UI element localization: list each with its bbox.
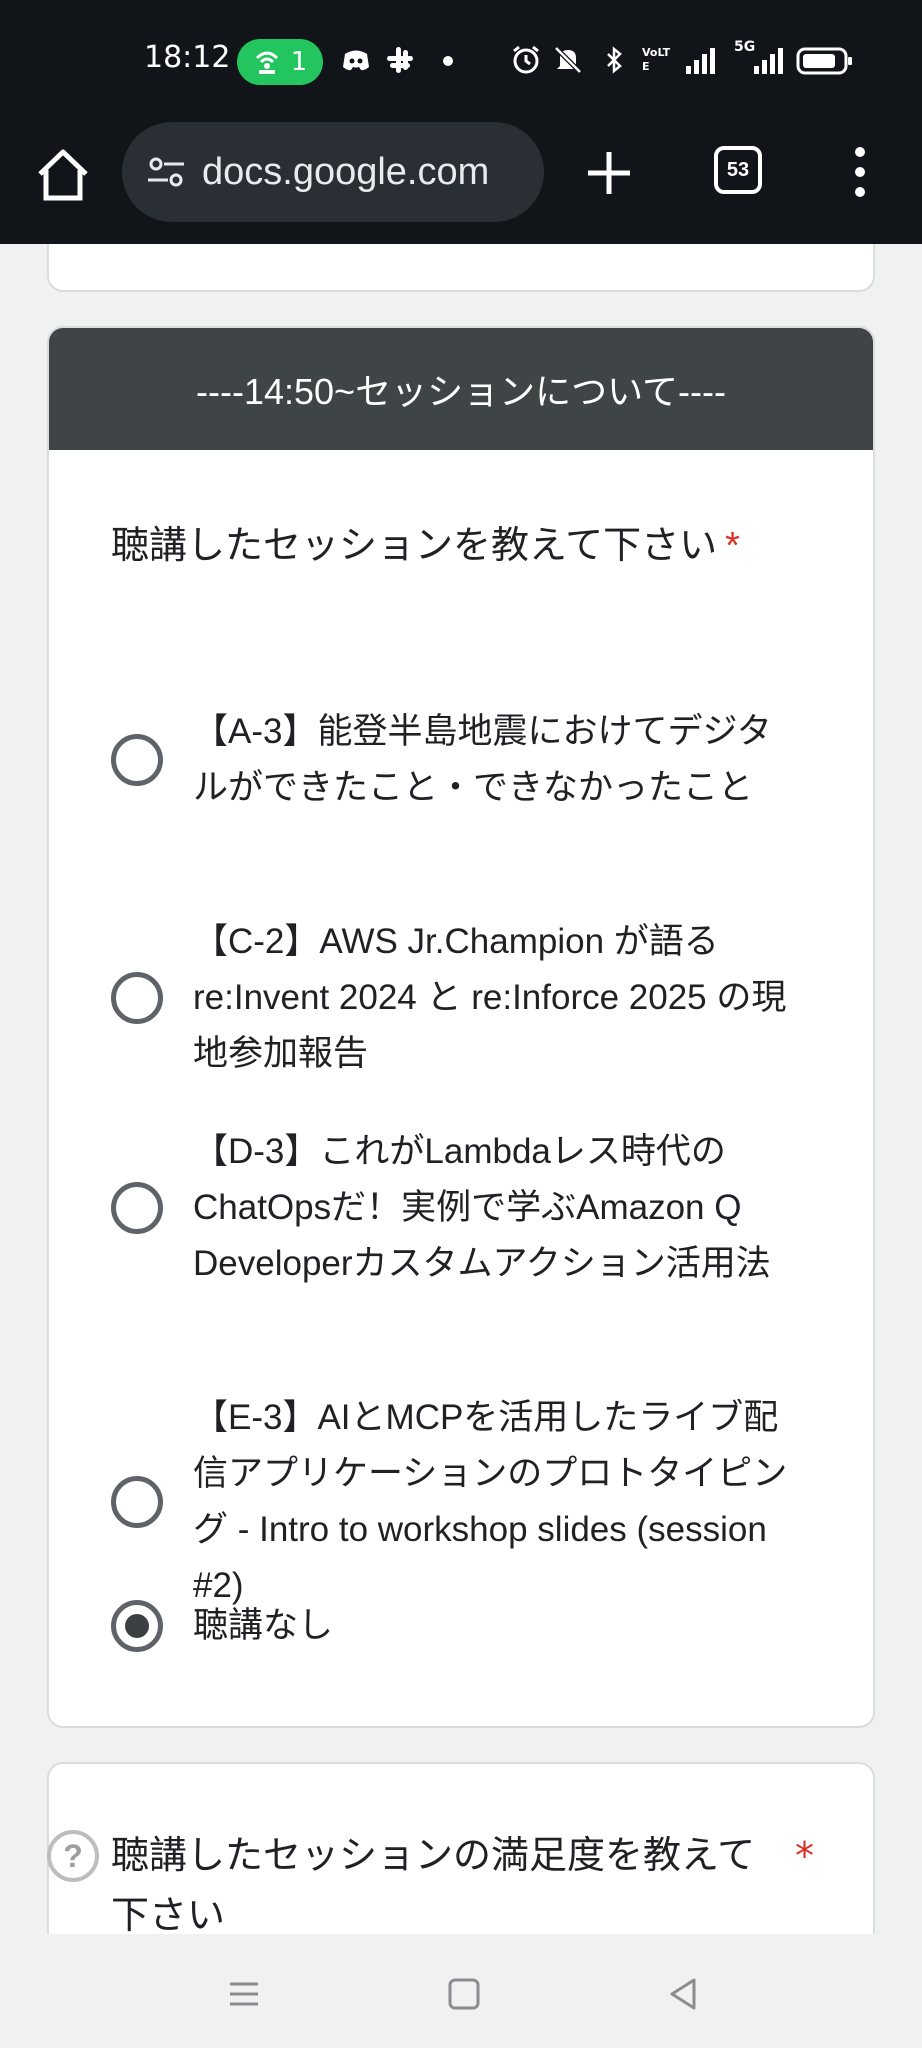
required-mark: *: [725, 525, 740, 567]
radio-option-a3[interactable]: 【A-3】能登半島地震におけてデジタルができたこと・できなかったこと: [111, 704, 851, 816]
address-bar[interactable]: docs.google.com: [122, 122, 544, 222]
section-header-text: ----14:50~セッションについて----: [196, 371, 726, 412]
signal-icon: [686, 48, 715, 74]
tab-switcher-button[interactable]: 53: [714, 146, 762, 194]
slack-icon: [387, 47, 413, 73]
back-nav-icon[interactable]: [664, 1974, 704, 2014]
mute-icon: [554, 46, 582, 74]
hotspot-count: 1: [290, 47, 308, 77]
option-label: 【E-3】AIとMCPを活用したライブ配信アプリケーションのプロトタイピング -…: [193, 1398, 788, 1605]
signal-icon: [754, 48, 783, 74]
radio-button[interactable]: [111, 1476, 163, 1528]
browser-toolbar: docs.google.com 53: [0, 122, 922, 244]
more-menu-icon[interactable]: [846, 142, 874, 202]
radio-button[interactable]: [111, 1182, 163, 1234]
help-icon[interactable]: ?: [47, 1830, 99, 1882]
question-title-text: 聴講したセッションを教えて下さい: [111, 525, 718, 567]
radio-option-d3[interactable]: 【D-3】これがLambdaレス時代のChatOpsだ！実例で学ぶAmazon …: [111, 1124, 851, 1292]
previous-question-card: [47, 244, 875, 292]
radio-option-e3[interactable]: 【E-3】AIとMCPを活用したライブ配信アプリケーションのプロトタイピング -…: [111, 1390, 851, 1614]
recent-apps-icon[interactable]: [224, 1974, 264, 2014]
volte-label: VoLTE: [642, 46, 671, 73]
radio-option-c2[interactable]: 【C-2】AWS Jr.Champion が語る re:Invent 2024 …: [111, 914, 851, 1082]
required-mark: *: [795, 1834, 814, 1878]
radio-button[interactable]: [111, 972, 163, 1024]
radio-button-selected[interactable]: [111, 1600, 163, 1652]
status-time: 18:12: [144, 40, 231, 75]
discord-icon: [343, 50, 369, 71]
satisfaction-question-card: 聴講したセッションの満足度を教えて下さい *: [47, 1762, 875, 1934]
question-title: 聴講したセッションを教えて下さい *: [111, 514, 740, 569]
option-label: 【C-2】AWS Jr.Champion が語る re:Invent 2024 …: [193, 922, 787, 1073]
satisfaction-question-title: 聴講したセッションの満足度を教えて下さい: [111, 1835, 756, 1934]
hotspot-indicator: 1: [237, 39, 323, 85]
bluetooth-icon: [607, 46, 622, 74]
browser-chrome: 18:12 1 VoLTE 5G docs.google.com 53: [0, 0, 922, 244]
help-glyph: ?: [63, 1837, 83, 1874]
session-section-card: ----14:50~セッションについて---- 聴講したセッションを教えて下さい…: [47, 326, 875, 1728]
site-settings-icon[interactable]: [144, 150, 188, 194]
battery-icon: [796, 47, 852, 75]
url-text: docs.google.com: [202, 150, 490, 193]
home-icon[interactable]: [32, 144, 94, 206]
hotspot-icon: [255, 51, 278, 74]
new-tab-icon[interactable]: [580, 144, 638, 202]
phone-screen: 18:12 1 VoLTE 5G docs.google.com 53 ----…: [0, 0, 922, 2048]
option-label: 【D-3】これがLambdaレス時代のChatOpsだ！実例で学ぶAmazon …: [193, 1132, 771, 1283]
radio-button[interactable]: [111, 734, 163, 786]
home-nav-icon[interactable]: [444, 1974, 484, 2014]
system-nav-bar: [0, 1934, 922, 2048]
alarm-icon: [513, 45, 539, 74]
option-label: 聴講なし: [193, 1606, 334, 1645]
section-header: ----14:50~セッションについて----: [49, 328, 873, 450]
option-label: 【A-3】能登半島地震におけてデジタルができたこと・できなかったこと: [193, 712, 772, 807]
status-bar: 18:12 1 VoLTE 5G: [0, 0, 922, 122]
dot-icon: [443, 56, 453, 66]
form-content[interactable]: ----14:50~セッションについて---- 聴講したセッションを教えて下さい…: [0, 244, 922, 1934]
radio-option-none[interactable]: 聴講なし: [111, 1598, 851, 1654]
tab-count: 53: [726, 158, 750, 181]
volte-indicator: VoLTE: [642, 46, 672, 74]
